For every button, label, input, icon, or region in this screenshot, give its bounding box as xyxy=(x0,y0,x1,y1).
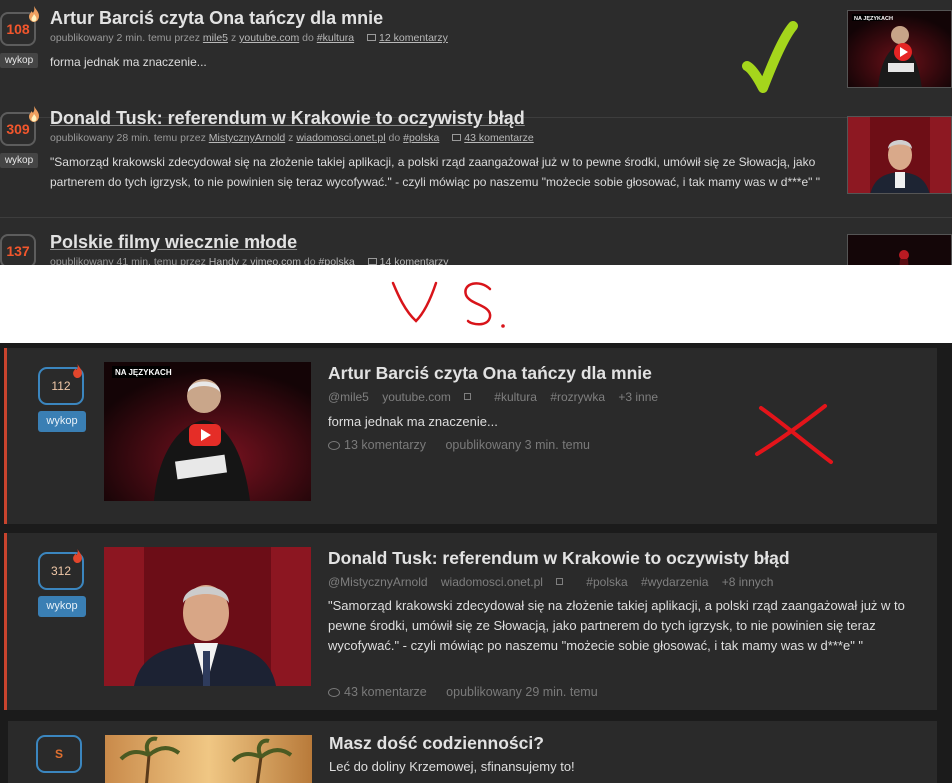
tag-prefix: do xyxy=(303,256,316,265)
comment-icon xyxy=(367,34,377,41)
article-thumbnail[interactable] xyxy=(847,116,952,194)
new-layout: 112 wykop NA JĘZYKACH Artur Barciś czyta… xyxy=(0,343,952,783)
vs-handwritten-label xyxy=(391,281,505,328)
item-meta: opublikowany 41 min. temu przez Handy z … xyxy=(50,256,449,265)
comments-link[interactable]: 43 komentarze xyxy=(464,132,533,144)
tag-prefix: do xyxy=(388,132,401,144)
item-description: forma jednak ma znaczenie... xyxy=(50,55,207,69)
flame-icon xyxy=(29,106,39,122)
vote-box: 108 wykop xyxy=(0,6,39,68)
comparison-separator xyxy=(0,265,952,343)
sponsor-badge: S xyxy=(36,735,82,773)
item-footer: 13 komentarzy opublikowany 3 min. temu xyxy=(328,438,590,452)
new-list-item: 312 wykop Donald Tusk: referendum w Krak… xyxy=(4,533,937,710)
external-link-icon xyxy=(463,393,471,400)
source-link[interactable]: wiadomosci.onet.pl xyxy=(441,575,573,589)
tag-link[interactable]: #polska xyxy=(319,256,355,265)
meta-prefix: opublikowany 28 min. temu przez xyxy=(50,132,206,144)
meta-prefix: opublikowany 41 min. temu przez xyxy=(50,256,206,265)
source-prefix: z xyxy=(230,32,237,44)
comments-icon xyxy=(328,441,340,450)
checkmark-icon xyxy=(742,21,798,93)
author-link[interactable]: @MistycznyArnold xyxy=(328,575,428,589)
item-description: "Samorząd krakowski zdecydował się na zł… xyxy=(50,155,821,189)
comments-link[interactable]: 12 komentarzy xyxy=(379,32,448,44)
old-list-item: 137 Polskie filmy wiecznie młode opublik… xyxy=(0,218,952,265)
sponsored-description: Leć do doliny Krzemowej, sfinansujemy to… xyxy=(329,759,575,774)
new-list-item: 112 wykop NA JĘZYKACH Artur Barciś czyta… xyxy=(4,348,937,524)
more-tags-link[interactable]: +3 inne xyxy=(618,390,658,404)
flame-icon xyxy=(73,549,82,563)
comments-link[interactable]: 13 komentarzy xyxy=(344,438,426,452)
tag-link[interactable]: #wydarzenia xyxy=(641,575,708,589)
item-meta: @MistycznyArnold wiadomosci.onet.pl #pol… xyxy=(328,575,783,589)
video-thumbnail[interactable]: NA JĘZYKACH xyxy=(847,10,952,88)
comments-link[interactable]: 14 komentarzy xyxy=(380,256,449,265)
sponsor-badge-box: S xyxy=(36,735,84,773)
sponsored-title[interactable]: Masz dość codzienności? xyxy=(329,733,544,754)
author-link[interactable]: @mile5 xyxy=(328,390,369,404)
author-link[interactable]: MistycznyArnold xyxy=(209,132,285,144)
comments-link[interactable]: 43 komentarze xyxy=(344,685,427,699)
tag-link[interactable]: #polska xyxy=(403,132,439,144)
tag-link[interactable]: #kultura xyxy=(494,390,537,404)
comment-icon xyxy=(452,134,462,141)
tag-link[interactable]: #kultura xyxy=(317,32,354,44)
sponsored-thumbnail[interactable] xyxy=(105,735,312,783)
meta-prefix: opublikowany 2 min. temu przez xyxy=(50,32,200,44)
cross-mark-icon xyxy=(755,404,833,464)
thumb-caption: NA JĘZYKACH xyxy=(115,368,172,377)
wykop-button[interactable]: wykop xyxy=(0,53,38,68)
wykop-button[interactable]: wykop xyxy=(38,411,86,432)
source-prefix: z xyxy=(288,132,294,144)
source-link[interactable]: wiadomosci.onet.pl xyxy=(296,132,385,144)
item-description: "Samorząd krakowski zdecydował się na zł… xyxy=(328,598,905,653)
sponsored-item: S Masz dość codzienności? Leć do doliny … xyxy=(8,721,937,783)
vote-box: 137 xyxy=(0,234,38,265)
video-thumbnail[interactable]: NA JĘZYKACH xyxy=(104,362,311,501)
item-meta: opublikowany 2 min. temu przez mile5 z y… xyxy=(50,32,448,44)
item-title[interactable]: Artur Barciś czyta Ona tańczy dla mnie xyxy=(50,8,383,29)
author-link[interactable]: mile5 xyxy=(203,32,228,44)
source-link[interactable]: youtube.com xyxy=(382,390,481,404)
comment-icon xyxy=(367,258,377,265)
old-layout: 108 wykop Artur Barciś czyta Ona tańczy … xyxy=(0,0,952,265)
item-title[interactable]: Artur Barciś czyta Ona tańczy dla mnie xyxy=(328,363,652,384)
external-link-icon xyxy=(555,578,563,585)
item-footer: 43 komentarze opublikowany 29 min. temu xyxy=(328,685,598,699)
old-list-item: 309 wykop Donald Tusk: referendum w Krak… xyxy=(0,100,952,218)
tag-link[interactable]: #rozrywka xyxy=(550,390,605,404)
wykop-button[interactable]: wykop xyxy=(38,596,86,617)
item-meta: @mile5 youtube.com #kultura #rozrywka +3… xyxy=(328,390,668,404)
source-link[interactable]: vimeo.com xyxy=(250,256,301,265)
published-time: opublikowany 29 min. temu xyxy=(446,685,598,699)
item-description: forma jednak ma znaczenie... xyxy=(328,414,498,429)
source-prefix: z xyxy=(242,256,248,265)
item-title[interactable]: Donald Tusk: referendum w Krakowie to oc… xyxy=(50,108,525,129)
item-title[interactable]: Donald Tusk: referendum w Krakowie to oc… xyxy=(328,548,790,569)
comments-icon xyxy=(328,688,340,697)
more-tags-link[interactable]: +8 innych xyxy=(722,575,774,589)
article-thumbnail[interactable] xyxy=(104,547,311,686)
tag-link[interactable]: #polska xyxy=(586,575,627,589)
author-link[interactable]: Handy xyxy=(209,256,239,265)
vote-count[interactable]: 137 xyxy=(0,234,36,265)
vote-box: 112 wykop xyxy=(38,364,86,432)
flame-icon xyxy=(73,364,82,378)
source-link[interactable]: youtube.com xyxy=(239,32,299,44)
item-title[interactable]: Polskie filmy wiecznie młode xyxy=(50,232,297,253)
video-thumbnail[interactable] xyxy=(847,234,952,265)
vote-box: 312 wykop xyxy=(38,549,86,617)
wykop-button[interactable]: wykop xyxy=(0,153,38,168)
flame-icon xyxy=(29,6,39,22)
thumb-caption: NA JĘZYKACH xyxy=(854,16,893,22)
vote-box: 309 wykop xyxy=(0,106,39,168)
item-meta: opublikowany 28 min. temu przez Mistyczn… xyxy=(50,132,534,144)
tag-prefix: do xyxy=(302,32,314,44)
published-time: opublikowany 3 min. temu xyxy=(445,438,590,452)
